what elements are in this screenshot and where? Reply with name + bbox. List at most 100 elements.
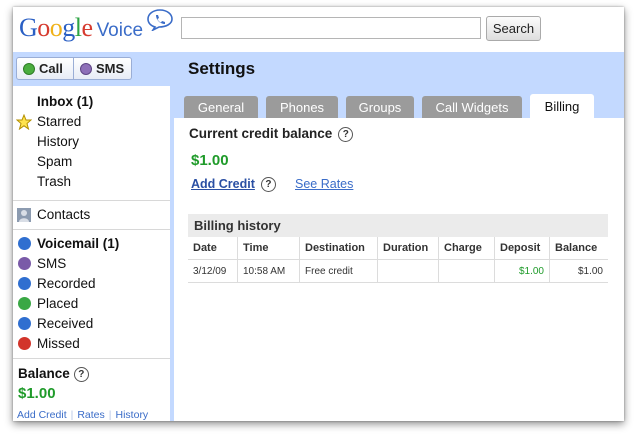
table-header-row: Date Time Destination Duration Charge De…	[188, 237, 608, 260]
sidebar-item-label: Contacts	[37, 207, 91, 222]
link-divider: |	[70, 409, 74, 421]
divider	[13, 358, 170, 359]
column-header-destination: Destination	[299, 237, 378, 260]
sidebar-item-voicemail[interactable]: Voicemail (1)	[13, 234, 170, 254]
tab-billing[interactable]: Billing	[530, 94, 594, 120]
billing-history-title: Billing history	[188, 214, 608, 237]
recorded-icon	[18, 277, 31, 290]
phone-bubble-icon	[147, 9, 173, 31]
billing-history-table: Date Time Destination Duration Charge De…	[188, 237, 608, 283]
received-icon	[18, 317, 31, 330]
logo-letter: o	[49, 13, 63, 42]
contacts-section: Contacts	[13, 205, 170, 225]
sidebar-item-label: Voicemail (1)	[37, 236, 120, 251]
sidebar-item-label: SMS	[37, 256, 67, 271]
message-type-list: Voicemail (1) SMS Recorded Placed Receiv…	[13, 234, 170, 354]
help-icon[interactable]: ?	[260, 177, 276, 193]
see-rates-link[interactable]: See Rates	[295, 177, 353, 191]
sidebar-item-missed[interactable]: Missed	[13, 334, 170, 354]
sms-button-label: SMS	[96, 61, 125, 76]
help-icon[interactable]: ?	[338, 126, 354, 142]
contacts-icon	[17, 208, 31, 222]
balance-label: Balance	[18, 366, 70, 381]
logo-voice-text: Voice	[96, 20, 144, 41]
logo-letter: o	[37, 13, 50, 42]
google-voice-logo[interactable]: Google Voice	[19, 9, 173, 47]
cell-time: 10:58 AM	[237, 259, 300, 283]
divider	[13, 200, 170, 201]
logo-letter: G	[19, 13, 38, 42]
add-credit-link[interactable]: Add Credit	[191, 177, 255, 191]
sidebar-item-label: Trash	[37, 174, 72, 189]
call-button[interactable]: Call	[16, 57, 74, 80]
cell-deposit: $1.00	[494, 259, 550, 283]
rates-link[interactable]: Rates	[77, 409, 104, 421]
placed-icon	[18, 297, 31, 310]
logo-letter: g	[62, 13, 75, 42]
logo-letter: l	[74, 13, 82, 42]
divider	[13, 229, 170, 230]
sidebar-item-label: Starred	[37, 114, 82, 129]
sidebar-item-label: Placed	[37, 296, 79, 311]
sidebar-item-label: History	[37, 134, 80, 149]
sidebar-item-recorded[interactable]: Recorded	[13, 274, 170, 294]
column-header-charge: Charge	[438, 237, 495, 260]
call-button-label: Call	[39, 61, 63, 76]
call-icon	[23, 62, 35, 75]
billing-tab-content: Current credit balance? $1.00 Add Credit…	[174, 118, 624, 421]
tab-groups[interactable]: Groups	[346, 96, 414, 120]
call-sms-bar: Call SMS	[13, 52, 174, 86]
cell-balance: $1.00	[549, 259, 608, 283]
sidebar-item-received[interactable]: Received	[13, 314, 170, 334]
column-header-time: Time	[237, 237, 300, 260]
sidebar-item-label: Missed	[37, 336, 80, 351]
settings-tabs: General Phones Groups Call Widgets Billi…	[174, 86, 624, 120]
logo-letter: e	[81, 13, 94, 42]
sidebar-item-inbox[interactable]: Inbox (1)	[13, 92, 170, 112]
header: Google Voice Search	[13, 7, 624, 52]
cell-date: 3/12/09	[188, 259, 238, 283]
sidebar-item-label: Spam	[37, 154, 73, 169]
search-input[interactable]	[181, 17, 481, 39]
cell-charge	[438, 259, 495, 283]
sidebar-item-starred[interactable]: Starred	[13, 112, 170, 132]
sidebar-item-contacts[interactable]: Contacts	[13, 205, 170, 225]
settings-title-bar: Settings	[174, 52, 624, 86]
sidebar-item-spam[interactable]: Spam	[13, 152, 170, 172]
sms-icon	[18, 257, 31, 270]
tab-general[interactable]: General	[184, 96, 258, 120]
help-icon[interactable]: ?	[73, 366, 89, 382]
tab-call-widgets[interactable]: Call Widgets	[422, 96, 522, 120]
add-credit-link[interactable]: Add Credit	[17, 409, 67, 421]
history-link[interactable]: History	[116, 409, 149, 421]
cell-duration	[377, 259, 439, 283]
sidebar-item-trash[interactable]: Trash	[13, 172, 170, 192]
billing-history: Billing history Date Time Destination Du…	[188, 214, 608, 283]
column-header-duration: Duration	[377, 237, 439, 260]
column-header-deposit: Deposit	[494, 237, 550, 260]
cell-destination: Free credit	[299, 259, 378, 283]
sidebar-item-sms[interactable]: SMS	[13, 254, 170, 274]
tab-phones[interactable]: Phones	[266, 96, 338, 120]
sms-button[interactable]: SMS	[74, 57, 132, 80]
table-row: 3/12/09 10:58 AM Free credit $1.00 $1.00	[188, 259, 608, 283]
search-button[interactable]: Search	[486, 16, 541, 41]
logo-google-text: Google	[19, 13, 93, 42]
sidebar-item-label: Received	[37, 316, 94, 331]
app-window: Google Voice Search Call SMS Inbox (1) S…	[13, 7, 624, 421]
balance-value: $1.00	[18, 385, 56, 402]
balance-links: Add Credit | Rates | History	[17, 409, 148, 421]
current-credit-label: Current credit balance	[189, 126, 333, 141]
folder-list: Inbox (1) Starred History Spam Trash	[13, 92, 170, 192]
sidebar-item-placed[interactable]: Placed	[13, 294, 170, 314]
star-icon	[16, 114, 32, 130]
sidebar-item-label: Inbox (1)	[37, 94, 94, 109]
sidebar-item-history[interactable]: History	[13, 132, 170, 152]
page-title: Settings	[188, 59, 256, 78]
sms-icon	[80, 62, 92, 75]
credit-amount: $1.00	[191, 152, 229, 169]
add-credit-button-row: Add Credit?	[191, 177, 276, 193]
column-header-date: Date	[188, 237, 238, 260]
column-header-balance: Balance	[549, 237, 608, 260]
sidebar: Call SMS Inbox (1) Starred History Spam	[13, 52, 174, 421]
